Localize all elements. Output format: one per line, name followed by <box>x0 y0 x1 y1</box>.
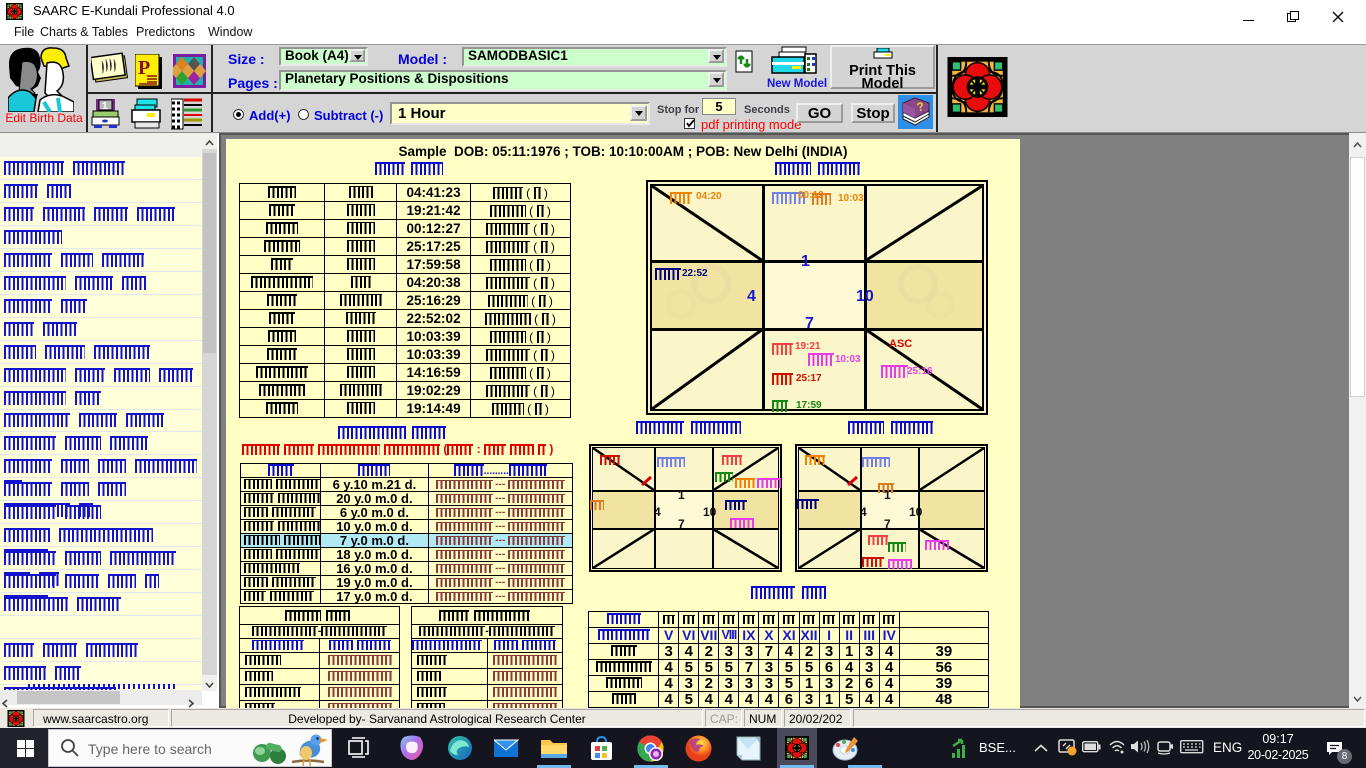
svg-text:1: 1 <box>102 101 108 112</box>
